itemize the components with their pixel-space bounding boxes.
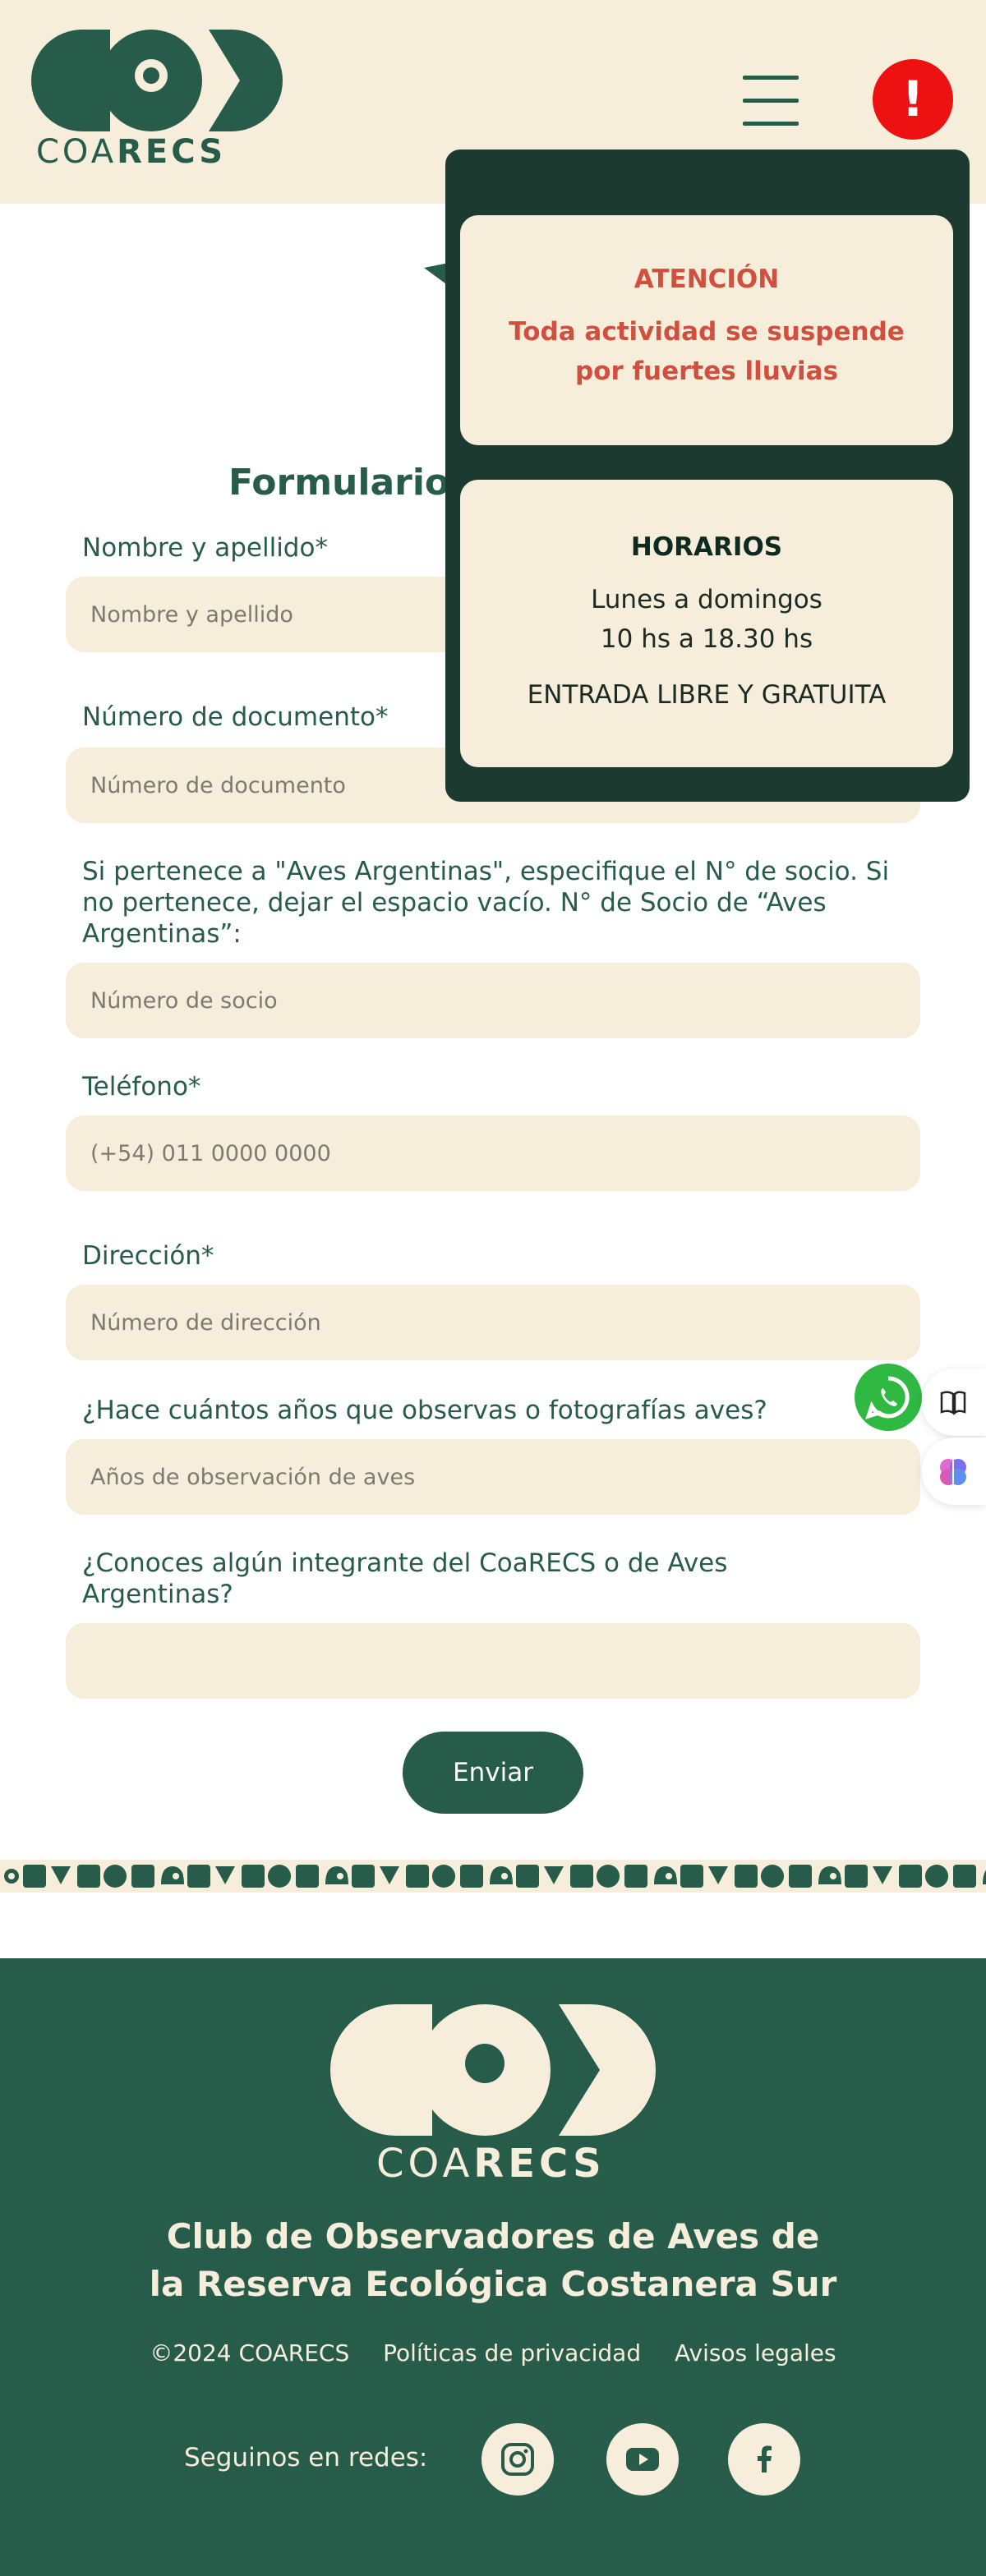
- brain-icon[interactable]: [922, 1438, 986, 1505]
- copyright-text: ©2024 COARECS: [150, 2339, 350, 2367]
- years-observing-input[interactable]: [66, 1439, 920, 1515]
- decorative-pattern-strip: [0, 1860, 986, 1893]
- privacy-link[interactable]: Políticas de privacidad: [383, 2339, 641, 2367]
- footer-coarecs-logo[interactable]: [330, 2004, 656, 2136]
- facebook-icon[interactable]: [728, 2423, 800, 2496]
- youtube-icon[interactable]: [606, 2423, 679, 2496]
- hours-entry: ENTRADA LIBRE Y GRATUITA: [527, 680, 887, 710]
- phone-input[interactable]: [66, 1116, 920, 1191]
- whatsapp-icon[interactable]: [855, 1364, 922, 1431]
- field-label-name: Nombre y apellido*: [82, 533, 328, 563]
- form-title: Formulario: [228, 462, 450, 504]
- logo-wordmark: COARECS: [36, 133, 227, 171]
- alert-message: Toda actividad se suspende por fuertes l…: [509, 317, 905, 386]
- alert-title: ATENCIÓN: [634, 264, 780, 294]
- menu-button[interactable]: [743, 74, 799, 126]
- address-input[interactable]: [66, 1285, 920, 1360]
- footer-logo-wordmark: COARECS: [376, 2141, 606, 2187]
- member-number-input[interactable]: [66, 963, 920, 1038]
- social-label: Seguinos en redes:: [184, 2443, 428, 2472]
- field-label-know-member: ¿Conoces algún integrante del CoaRECS o …: [82, 1548, 728, 1609]
- book-icon[interactable]: [922, 1368, 986, 1436]
- field-label-years-observing: ¿Hace cuántos años que observas o fotogr…: [82, 1396, 767, 1425]
- legal-link[interactable]: Avisos legales: [675, 2339, 836, 2367]
- field-label-member-number: Si pertenece a "Aves Argentinas", especi…: [82, 857, 890, 949]
- field-label-address: Dirección*: [82, 1241, 214, 1271]
- know-member-input[interactable]: [66, 1623, 920, 1699]
- hours-time: 10 hs a 18.30 hs: [600, 624, 813, 654]
- coarecs-logo[interactable]: [31, 30, 283, 131]
- alert-button[interactable]: !: [873, 59, 953, 140]
- hours-card: HORARIOS Lunes a domingos 10 hs a 18.30 …: [460, 480, 953, 767]
- hours-title: HORARIOS: [630, 532, 783, 562]
- footer-links: ©2024 COARECS Políticas de privacidad Av…: [0, 2339, 986, 2367]
- alert-card: ATENCIÓN Toda actividad se suspende por …: [460, 215, 953, 445]
- field-label-phone: Teléfono*: [82, 1072, 201, 1102]
- field-label-document: Número de documento*: [82, 702, 389, 732]
- submit-button[interactable]: Enviar: [403, 1732, 583, 1814]
- hours-days: Lunes a domingos: [591, 585, 822, 614]
- instagram-icon[interactable]: [481, 2423, 554, 2496]
- footer-title: Club de Observadores de Aves de la Reser…: [149, 2216, 837, 2304]
